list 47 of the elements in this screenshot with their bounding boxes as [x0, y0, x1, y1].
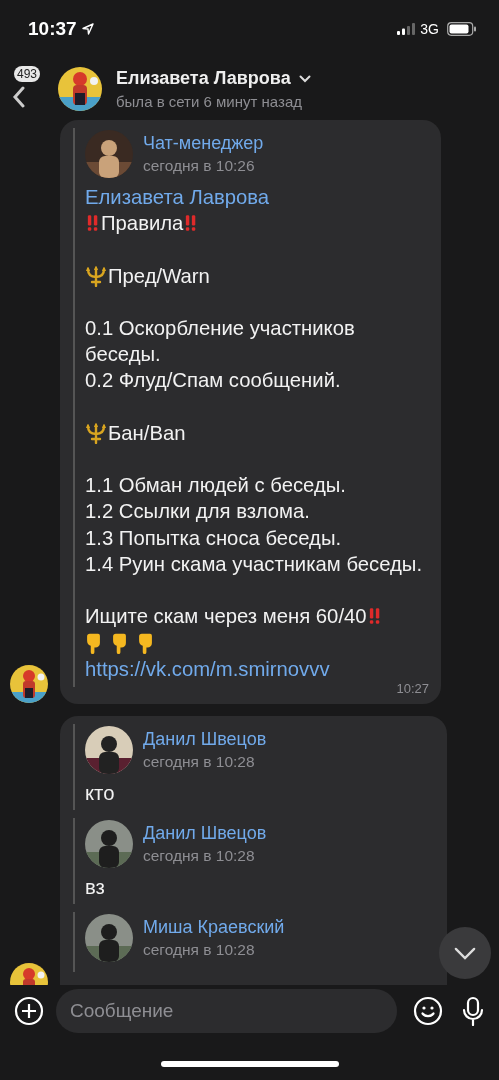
message-text: 0.1 Оскорбление участников беседы. [85, 316, 356, 368]
message-text: 1.2 Ссылки для взлома. [85, 499, 310, 525]
microphone-icon[interactable] [461, 996, 485, 1026]
author-name[interactable]: Миша Краевский [143, 917, 285, 938]
message-date: сегодня в 10:26 [143, 157, 256, 175]
trident-icon [85, 421, 107, 444]
author-name[interactable]: Чат-менеджер [143, 133, 264, 154]
smiley-icon[interactable] [413, 996, 443, 1026]
message-text: 1.4 Руин скама участникам беседы. [85, 551, 423, 577]
message-text: 0.2 Флуд/Спам сообщений. [85, 368, 341, 394]
back-chevron-icon[interactable] [12, 86, 26, 108]
contact-name[interactable]: Елизавета Лаврова [116, 68, 291, 89]
double-exclamation-icon [185, 214, 198, 233]
unread-count-badge: 493 [14, 66, 41, 82]
trident-icon [85, 264, 107, 287]
pointing-down-hand-icon [137, 631, 154, 654]
message-text: кто [85, 780, 115, 806]
message-text: Бан/Ban [108, 420, 186, 446]
message-text: Пред/Warn [108, 263, 210, 289]
message-text: вз [85, 874, 105, 900]
status-time: 10:37 [28, 18, 77, 40]
message-time: 10:27 [396, 680, 429, 696]
network-type: 3G [420, 21, 439, 37]
pointing-down-hand-icon [85, 631, 102, 654]
double-exclamation-icon [87, 214, 99, 233]
double-exclamation-icon [368, 607, 381, 626]
message-text: 1.1 Обман людей с беседы. [85, 473, 346, 499]
message-text: 1.3 Попытка сноса беседы. [85, 525, 342, 551]
message-date: сегодня в 10:28 [143, 752, 256, 771]
scroll-down-button[interactable] [439, 927, 491, 979]
pointing-down-hand-icon [111, 631, 128, 654]
location-arrow-icon [81, 23, 94, 35]
mention-link[interactable]: Елизавета Лаврова [85, 184, 270, 211]
add-icon[interactable] [14, 996, 44, 1026]
url-link[interactable]: https://vk.com/m.smirnovvv [85, 656, 330, 683]
chevron-down-icon[interactable] [454, 946, 476, 960]
message-text: Правила [101, 211, 184, 237]
last-seen-status: была в сети 6 минут назад [116, 93, 303, 110]
author-name[interactable]: Данил Швецов [143, 728, 267, 750]
message-date: сегодня в 10:28 [143, 941, 256, 959]
caret-icon[interactable] [298, 74, 311, 83]
author-name[interactable]: Данил Швецов [143, 822, 267, 844]
message-text: Ищите скам через меня 60/40 [85, 604, 367, 630]
message-date: сегодня в 10:28 [143, 846, 256, 865]
battery-icon [447, 22, 477, 36]
message-input-field[interactable]: Сообщение [56, 989, 397, 1033]
signal-icon [397, 23, 416, 35]
